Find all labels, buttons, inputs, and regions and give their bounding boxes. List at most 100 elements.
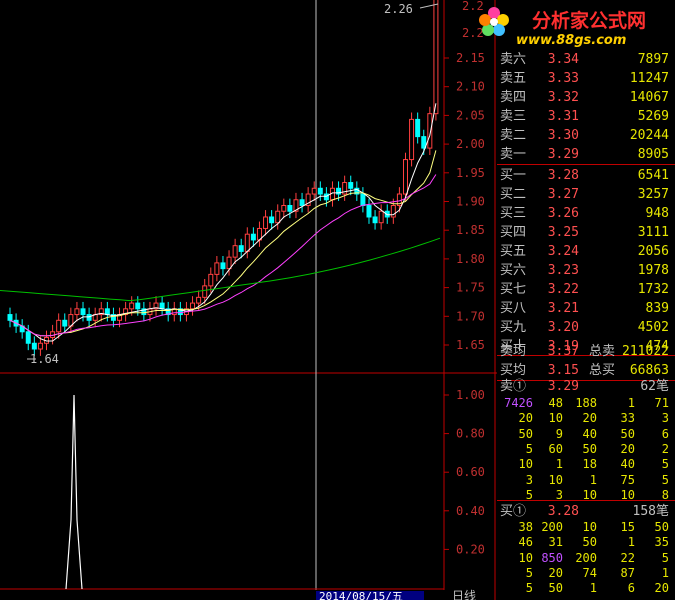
queue-cell: 20 bbox=[582, 411, 597, 426]
total-sell-label: 总卖 bbox=[589, 344, 616, 359]
order-label: 买一 bbox=[500, 168, 527, 183]
sub-tick-label: 0.20 bbox=[456, 542, 485, 556]
candle-body bbox=[402, 159, 408, 195]
candle-body bbox=[390, 205, 396, 218]
order-price: 3.31 bbox=[547, 109, 579, 124]
queue-cell: 74 bbox=[582, 565, 597, 580]
sell-order-row[interactable]: 卖三 3.31 5269 bbox=[497, 107, 675, 126]
sell-order-row[interactable]: 卖五 3.33 11247 bbox=[497, 69, 675, 88]
candle-body bbox=[37, 342, 43, 350]
buy-order-row[interactable]: 买七 3.22 1732 bbox=[497, 280, 675, 299]
buy-order-row[interactable]: 买五 3.24 2056 bbox=[497, 242, 675, 261]
candle-body bbox=[287, 205, 293, 212]
sell-order-row[interactable]: 卖四 3.32 14067 bbox=[497, 88, 675, 107]
sell-queue-label: 卖① bbox=[500, 379, 527, 394]
queue-cell: 200 bbox=[575, 550, 597, 565]
y-tick-label: 2.05 bbox=[456, 108, 485, 122]
sell-order-row[interactable]: 卖六 3.34 7897 bbox=[497, 50, 675, 69]
order-price: 3.21 bbox=[547, 301, 579, 316]
candle-body bbox=[415, 118, 421, 138]
order-price: 3.30 bbox=[547, 128, 579, 143]
buy-order-row[interactable]: 买二 3.27 3257 bbox=[497, 185, 675, 204]
queue-cell: 5 bbox=[525, 581, 533, 596]
sub-tick-label: 0.40 bbox=[456, 504, 485, 518]
queue-cell: 200 bbox=[541, 520, 563, 534]
queue-row: 46 31 50 1 35 bbox=[497, 535, 675, 550]
queue-cell: 22 bbox=[620, 550, 635, 565]
indicator-spike bbox=[65, 394, 83, 590]
candle-body bbox=[196, 296, 202, 304]
queue-cell: 48 bbox=[548, 396, 563, 410]
queue-row: 10 850 200 22 5 bbox=[497, 551, 675, 566]
candle-body bbox=[159, 302, 165, 310]
sell-order-row[interactable]: 卖一 3.29 8905 bbox=[497, 145, 675, 164]
ma20-line bbox=[9, 174, 437, 337]
order-label: 买五 bbox=[500, 244, 527, 259]
order-price: 3.24 bbox=[547, 244, 579, 259]
candle-body bbox=[129, 302, 135, 310]
queue-cell: 6 bbox=[661, 426, 669, 441]
ma60-line bbox=[0, 237, 441, 302]
buy-order-row[interactable]: 买四 3.25 3111 bbox=[497, 223, 675, 242]
sell-average-label: 卖均 bbox=[500, 344, 527, 359]
queue-cell: 10 bbox=[548, 472, 563, 487]
queue-cell: 10 bbox=[518, 550, 533, 565]
candle-body bbox=[208, 273, 214, 287]
candle-body bbox=[281, 205, 287, 212]
y-tick-label: 1.95 bbox=[456, 166, 485, 180]
candle-body bbox=[214, 262, 220, 275]
queue-cell: 9 bbox=[555, 426, 563, 441]
order-price: 3.20 bbox=[547, 320, 579, 335]
queue-cell: 35 bbox=[654, 535, 669, 550]
sell-queue-price: 3.29 bbox=[547, 379, 579, 394]
queue-row: 20 10 20 33 3 bbox=[497, 411, 675, 426]
queue-row: 50 9 40 50 6 bbox=[497, 427, 675, 442]
buy-order-row[interactable]: 买六 3.23 1978 bbox=[497, 261, 675, 280]
queue-cell: 20 bbox=[654, 581, 669, 596]
buy-order-row[interactable]: 买一 3.28 6541 bbox=[497, 166, 675, 185]
order-volume: 3111 bbox=[637, 225, 669, 240]
queue-cell: 1 bbox=[627, 396, 635, 410]
queue-cell: 18 bbox=[582, 457, 597, 472]
order-price: 3.25 bbox=[547, 225, 579, 240]
buy-order-row[interactable]: 买九 3.20 4502 bbox=[497, 318, 675, 337]
order-volume: 839 bbox=[645, 301, 669, 316]
queue-row: 3 10 1 75 5 bbox=[497, 473, 675, 488]
total-sell-value: 211022 bbox=[622, 344, 669, 359]
queue-cell: 3 bbox=[661, 411, 669, 426]
y-tick-label: 1.80 bbox=[456, 252, 485, 266]
queue-cell: 71 bbox=[654, 396, 669, 410]
buy-order-row[interactable]: 买三 3.26 948 bbox=[497, 204, 675, 223]
buy-queue-label: 买① bbox=[500, 504, 527, 519]
logo-url[interactable]: www.88gs.com bbox=[516, 33, 626, 48]
candle-body bbox=[348, 182, 354, 189]
candle-body bbox=[263, 216, 269, 229]
logo: 分析家公式网 www.88gs.com bbox=[476, 0, 675, 52]
ma10-line bbox=[9, 150, 437, 337]
queue-cell: 6 bbox=[627, 581, 635, 596]
candle-body bbox=[25, 331, 31, 344]
candle-body bbox=[299, 199, 305, 206]
buy-order-row[interactable]: 买八 3.21 839 bbox=[497, 299, 675, 318]
queue-row: 5 50 1 6 20 bbox=[497, 581, 675, 596]
queue-cell: 50 bbox=[654, 520, 669, 534]
queue-cell: 87 bbox=[620, 565, 635, 580]
candle-body bbox=[104, 308, 110, 316]
order-label: 卖六 bbox=[500, 52, 527, 67]
queue-cell: 1 bbox=[589, 581, 597, 596]
queue-cell: 40 bbox=[620, 457, 635, 472]
period-label: 日线 bbox=[452, 589, 476, 600]
candle-body bbox=[427, 113, 433, 149]
queue-cell: 50 bbox=[582, 441, 597, 456]
queue-cell: 5 bbox=[525, 565, 533, 580]
queue-cell: 10 bbox=[548, 411, 563, 426]
order-volume: 6541 bbox=[637, 168, 669, 183]
sell-order-row[interactable]: 卖二 3.30 20244 bbox=[497, 126, 675, 145]
order-label: 买四 bbox=[500, 225, 527, 240]
order-label: 卖三 bbox=[500, 109, 527, 124]
order-label: 买八 bbox=[500, 301, 527, 316]
order-price: 3.32 bbox=[547, 90, 579, 105]
candle-body bbox=[275, 210, 281, 224]
queue-cell: 2 bbox=[661, 441, 669, 456]
queue-cell: 60 bbox=[548, 441, 563, 456]
